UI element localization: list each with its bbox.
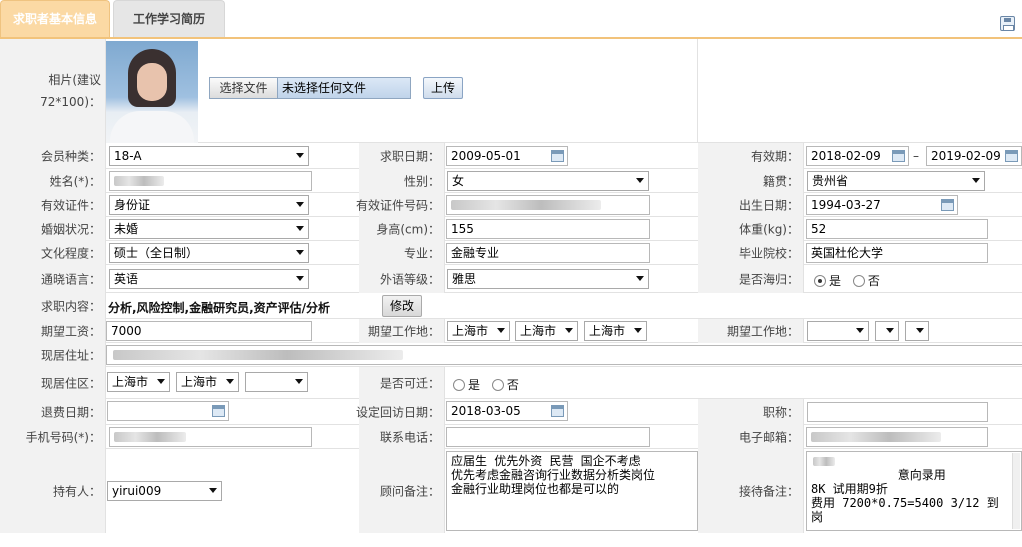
file-name-display: 未选择任何文件	[278, 78, 410, 98]
valid-from-input[interactable]: 2018-02-09	[806, 146, 909, 166]
calendar-icon[interactable]	[941, 199, 954, 211]
work-place-district-select[interactable]: 上海市	[584, 321, 647, 341]
file-input[interactable]: 选择文件 未选择任何文件	[209, 77, 411, 99]
calendar-icon[interactable]	[1005, 150, 1018, 162]
birth-date-input[interactable]: 1994-03-27	[806, 195, 958, 215]
textarea-scrollbar[interactable]	[1012, 453, 1020, 529]
school-input[interactable]: 英国杜伦大学	[806, 243, 988, 263]
save-icon[interactable]	[1000, 16, 1015, 31]
id-type-select[interactable]: 身份证	[109, 195, 309, 215]
overseas-radio-group: 是 否	[814, 272, 880, 289]
row-refund: 退费日期： 设定回访日期： 2018-03-05 职称：	[0, 399, 1022, 425]
salary-input[interactable]: 7000	[106, 321, 312, 341]
choose-file-button[interactable]: 选择文件	[210, 78, 278, 98]
major-input[interactable]: 金融专业	[446, 243, 650, 263]
work-place-city-select[interactable]: 上海市	[515, 321, 578, 341]
member-type-select[interactable]: 18-A	[109, 146, 309, 166]
calendar-icon[interactable]	[551, 405, 564, 417]
job-date-input[interactable]: 2009-05-01	[446, 146, 568, 166]
mobile-input[interactable]	[109, 427, 312, 447]
upload-button[interactable]: 上传	[423, 77, 463, 99]
job-content-text: 分析,风险控制,金融研究员,资产评估/分析	[108, 301, 331, 315]
name-input[interactable]	[109, 171, 312, 191]
height-input[interactable]: 155	[446, 219, 650, 239]
overseas-yes-radio[interactable]	[814, 275, 826, 287]
photo-row: 相片(建议72*100)： 选择文件 未选择任何文件 上传	[0, 39, 1022, 143]
row-address: 现居住址：	[0, 343, 1022, 367]
revisit-date-input[interactable]: 2018-03-05	[446, 401, 568, 421]
modify-button[interactable]: 修改	[382, 295, 422, 317]
work-place2-city-select[interactable]	[875, 321, 899, 341]
address-input[interactable]	[106, 345, 1022, 365]
row-job-content: 求职内容： 分析,风险控制,金融研究员,资产评估/分析 修改	[0, 293, 1022, 319]
valid-to-input[interactable]: 2019-02-09	[926, 146, 1022, 166]
language-level-select[interactable]: 雅思	[447, 269, 649, 289]
overseas-no-radio[interactable]	[852, 275, 865, 287]
title-input[interactable]	[807, 402, 988, 422]
tab-basic-info[interactable]: 求职者基本信息	[0, 0, 110, 38]
row-salary: 期望工资： 7000 期望工作地： 上海市 上海市 上海市 期望工作地：	[0, 319, 1022, 343]
marital-select[interactable]: 未婚	[109, 219, 309, 239]
relocate-yes-radio[interactable]	[453, 379, 465, 391]
row-contact: 手机号码(*)： 联系电话： 电子邮箱：	[0, 425, 1022, 449]
district-city-select[interactable]: 上海市	[176, 372, 239, 392]
refund-date-input[interactable]	[107, 401, 229, 421]
row-education: 文化程度： 硕士（全日制） 专业： 金融专业 毕业院校： 英国杜伦大学	[0, 241, 1022, 265]
district-area-select[interactable]	[245, 372, 308, 392]
phone-input[interactable]	[446, 427, 650, 447]
applicant-photo	[106, 41, 198, 143]
origin-select[interactable]: 贵州省	[807, 171, 985, 191]
calendar-icon[interactable]	[892, 150, 905, 162]
email-input[interactable]	[806, 427, 988, 447]
relocate-no-radio[interactable]	[491, 379, 504, 391]
holder-select[interactable]: yirui009	[107, 481, 222, 501]
row-name: 姓名(*)： 性别： 女 籍贯： 贵州省	[0, 169, 1022, 193]
calendar-icon[interactable]	[551, 150, 564, 162]
language-select[interactable]: 英语	[109, 269, 309, 289]
row-id: 有效证件： 身份证 有效证件号码： 出生日期： 1994-03-27	[0, 193, 1022, 217]
row-marital: 婚姻状况： 未婚 身高(cm)： 155 体重(kg)： 52	[0, 217, 1022, 241]
photo-label: 相片(建议72*100)：	[0, 39, 106, 143]
tab-resume[interactable]: 工作学习简历	[113, 0, 225, 38]
tab-bar: 求职者基本信息 工作学习简历	[0, 0, 1022, 39]
row-language: 通晓语言： 英语 外语等级： 雅思 是否海归： 是 否	[0, 265, 1022, 293]
weight-input[interactable]: 52	[806, 219, 988, 239]
gender-select[interactable]: 女	[447, 171, 649, 191]
row-district: 现居住区： 上海市 上海市 是否可迁： 是 否	[0, 367, 1022, 399]
work-place-province-select[interactable]: 上海市	[447, 321, 510, 341]
id-number-input[interactable]	[446, 195, 650, 215]
education-select[interactable]: 硕士（全日制）	[109, 243, 309, 263]
row-notes: 持有人： yirui009 顾问备注： 应届生 优先外资 民营 国企不考虑 优先…	[0, 449, 1022, 533]
row-member: 会员种类： 18-A 求职日期： 2009-05-01 有效期： 2018-02…	[0, 143, 1022, 169]
work-place2-province-select[interactable]	[807, 321, 869, 341]
work-place2-district-select[interactable]	[905, 321, 929, 341]
district-province-select[interactable]: 上海市	[107, 372, 170, 392]
advisor-note-textarea[interactable]: 应届生 优先外资 民营 国企不考虑 优先考虑金融咨询行业数据分析类岗位 金融行业…	[446, 451, 698, 531]
reception-note-textarea[interactable]: 意向录用 8K 试用期9折 费用 7200*0.75=5400 3/12 到岗	[806, 451, 1022, 531]
calendar-icon[interactable]	[212, 405, 225, 417]
relocate-radio-group: 是 否	[453, 376, 519, 393]
